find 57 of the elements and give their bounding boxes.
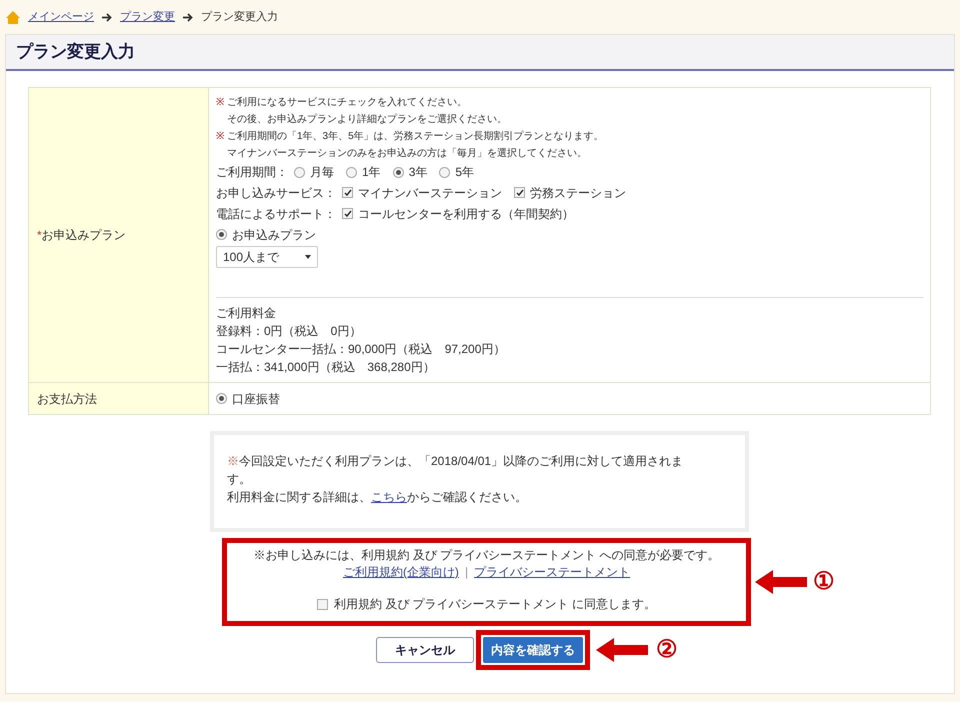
radio-button[interactable] — [439, 166, 450, 178]
fee-line: コールセンター一括払：90,000円（税込 97,200円） — [216, 341, 506, 358]
field-label: お申し込みサービス： — [216, 184, 336, 202]
note-text: その後、お申込みプランより詳細なプランをご選択ください。 — [227, 112, 507, 127]
option-label: コールセンターを利用する（年間契約） — [358, 206, 574, 222]
option-label: 1年 — [362, 164, 381, 181]
breadcrumb-link[interactable]: メインページ — [28, 8, 94, 26]
radio-button[interactable] — [216, 393, 227, 404]
fee-line: 登録料：0円（税込 0円） — [216, 323, 362, 340]
note-text: ご利用期間の「1年、3年、5年」は、労務ステーション長期割引プランとなります。 — [227, 130, 604, 144]
field-label: お支払方法 — [37, 392, 97, 406]
radio-button[interactable] — [294, 166, 305, 178]
checkbox-label: 利用規約 及び プライバシーステートメント に同意します。 — [334, 596, 656, 613]
radio-button[interactable] — [392, 166, 404, 178]
arrow-icon — [102, 12, 112, 22]
callout-arrow — [755, 569, 807, 595]
option-label: マイナンバーステーション — [358, 184, 502, 202]
field-label: 電話によるサポート： — [216, 206, 336, 222]
details-link[interactable]: こちら — [371, 490, 407, 504]
checkbox[interactable] — [514, 187, 525, 198]
option-label: 3年 — [408, 164, 428, 181]
breadcrumb-link[interactable]: プラン変更 — [120, 8, 175, 26]
confirm-button[interactable]: 内容を確認する — [483, 637, 583, 663]
note-text: ご利用になるサービスにチェックを入れてください。 — [227, 96, 467, 110]
note-mark: ※ — [216, 97, 224, 108]
plan-select[interactable]: 100人まで — [216, 246, 318, 268]
note-mark: ※ — [216, 131, 224, 142]
caret-icon — [305, 255, 311, 259]
callout-arrow — [596, 637, 648, 663]
arrow-icon — [183, 12, 193, 22]
option-label: お申込みプラン — [232, 226, 316, 244]
checkbox[interactable] — [342, 187, 353, 198]
field-label: *お申込みプラン — [37, 228, 126, 242]
callout-number: ② — [656, 635, 678, 665]
fee-line: 一括払：341,000円（税込 368,280円） — [216, 359, 436, 376]
consent-text: ※お申し込みには、利用規約 及び プライバシーステートメント への同意が必要です。 — [253, 547, 720, 564]
option-label: 労務ステーション — [530, 184, 626, 202]
radio-button[interactable] — [216, 229, 227, 240]
field-label: ご利用期間： — [216, 164, 288, 181]
page-title: プラン変更入力 — [16, 41, 135, 64]
fee-title: ご利用料金 — [216, 305, 277, 322]
option-label: 月毎 — [310, 164, 334, 181]
link-separator: | — [464, 564, 468, 581]
cancel-button[interactable]: キャンセル — [376, 637, 474, 663]
notice-text: ※今回設定いただく利用プランは、「2018/04/01」以降のご利用に対して適用されます。 — [227, 453, 684, 488]
option-label: 5年 — [455, 164, 474, 181]
checkbox[interactable] — [342, 208, 353, 219]
home-icon — [6, 10, 20, 24]
callout-number: ① — [813, 567, 835, 597]
option-label: 口座振替 — [232, 390, 280, 408]
privacy-link[interactable]: プライバシーステートメント — [474, 564, 630, 581]
breadcrumb-current: プラン変更入力 — [201, 10, 278, 25]
terms-link[interactable]: ご利用規約(企業向け) — [342, 564, 459, 581]
note-text: マイナンバーステーションのみをお申込みの方は「毎月」を選択してください。 — [227, 146, 587, 161]
checkbox[interactable] — [316, 599, 328, 610]
notice-text: 利用料金に関する詳細は、こちらからご確認ください。 — [227, 489, 528, 506]
radio-button[interactable] — [346, 166, 357, 178]
